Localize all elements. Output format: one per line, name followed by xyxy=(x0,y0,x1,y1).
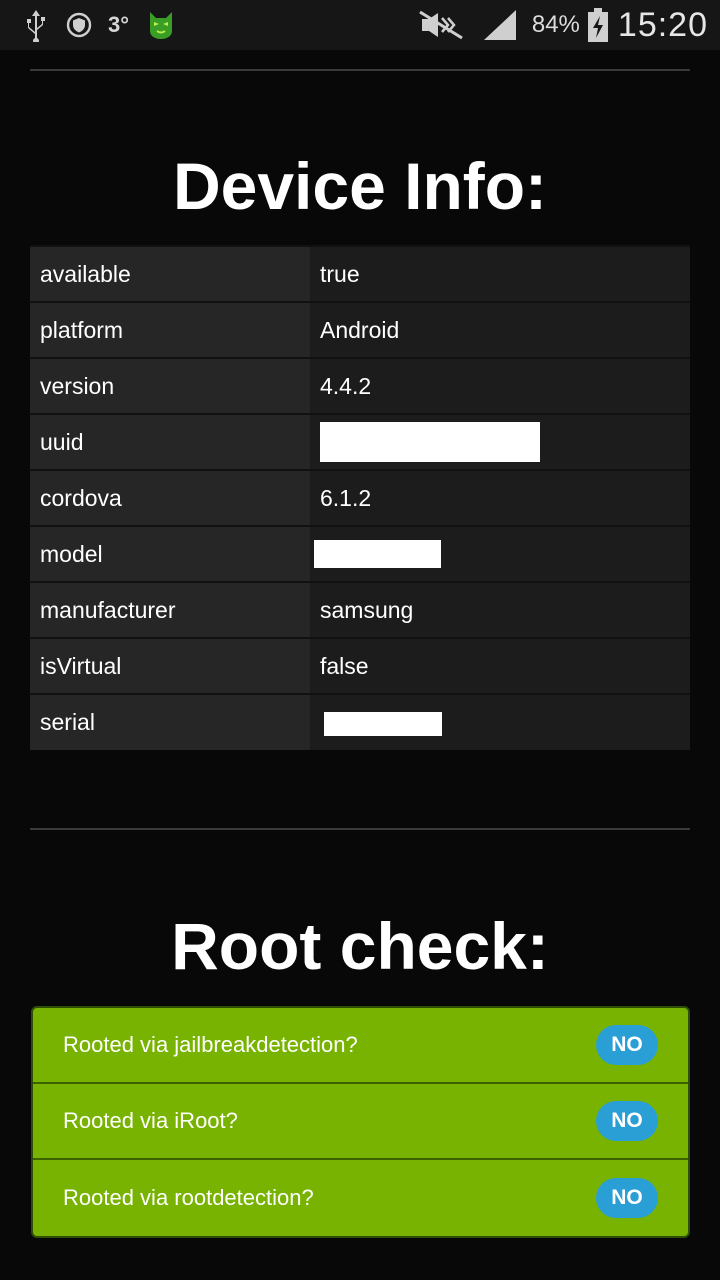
root-check-list: Rooted via jailbreakdetection? NO Rooted… xyxy=(31,1006,690,1238)
table-row: platform Android xyxy=(30,301,690,358)
top-divider xyxy=(30,69,690,71)
table-row: available true xyxy=(30,245,690,302)
middle-divider xyxy=(30,828,690,830)
redaction-box xyxy=(320,422,540,462)
row-value: 6.1.2 xyxy=(310,469,690,526)
result-badge: NO xyxy=(596,1101,658,1141)
device-info-table: available true platform Android version … xyxy=(30,245,690,750)
list-item: Rooted via rootdetection? NO xyxy=(33,1160,688,1236)
row-value-redacted xyxy=(310,693,690,750)
mute-icon xyxy=(418,10,466,40)
table-row: version 4.4.2 xyxy=(30,357,690,414)
table-row: manufacturer samsung xyxy=(30,581,690,638)
signal-icon xyxy=(482,8,518,42)
root-check-title: Root check: xyxy=(171,909,549,983)
table-row: serial xyxy=(30,693,690,750)
redaction-box xyxy=(324,711,442,736)
row-key: version xyxy=(30,357,310,414)
usb-icon xyxy=(22,8,50,42)
row-value-redacted xyxy=(310,525,690,582)
table-row: uuid xyxy=(30,413,690,470)
redaction-box xyxy=(314,540,441,569)
result-badge: NO xyxy=(596,1025,658,1065)
row-value: samsung xyxy=(310,581,690,638)
clock: 15:20 xyxy=(617,5,708,44)
row-key: platform xyxy=(30,301,310,358)
row-key: model xyxy=(30,525,310,582)
battery-charging-icon xyxy=(586,7,610,43)
row-value: true xyxy=(310,245,690,302)
status-bar: 3° 84% 15:20 xyxy=(0,0,720,50)
cat-app-icon xyxy=(145,9,177,41)
row-key: manufacturer xyxy=(30,581,310,638)
root-check-label: Rooted via rootdetection? xyxy=(63,1185,314,1210)
battery-percent: 84% xyxy=(531,11,580,38)
row-key: isVirtual xyxy=(30,637,310,694)
row-value: 4.4.2 xyxy=(310,357,690,414)
row-value: Android xyxy=(310,301,690,358)
temperature-text: 3° xyxy=(108,12,130,37)
result-badge: NO xyxy=(596,1178,658,1218)
row-key: cordova xyxy=(30,469,310,526)
row-value: false xyxy=(310,637,690,694)
root-check-label: Rooted via iRoot? xyxy=(63,1108,238,1133)
table-row: cordova 6.1.2 xyxy=(30,469,690,526)
table-row: isVirtual false xyxy=(30,637,690,694)
root-check-label: Rooted via jailbreakdetection? xyxy=(63,1032,358,1057)
list-item: Rooted via iRoot? NO xyxy=(33,1084,688,1160)
row-key: serial xyxy=(30,693,310,750)
row-key: uuid xyxy=(30,413,310,470)
device-info-title: Device Info: xyxy=(172,149,548,223)
table-row: model xyxy=(30,525,690,582)
shield-icon xyxy=(66,12,92,38)
row-value-redacted xyxy=(310,413,690,470)
list-item: Rooted via jailbreakdetection? NO xyxy=(33,1008,688,1084)
row-key: available xyxy=(30,245,310,302)
